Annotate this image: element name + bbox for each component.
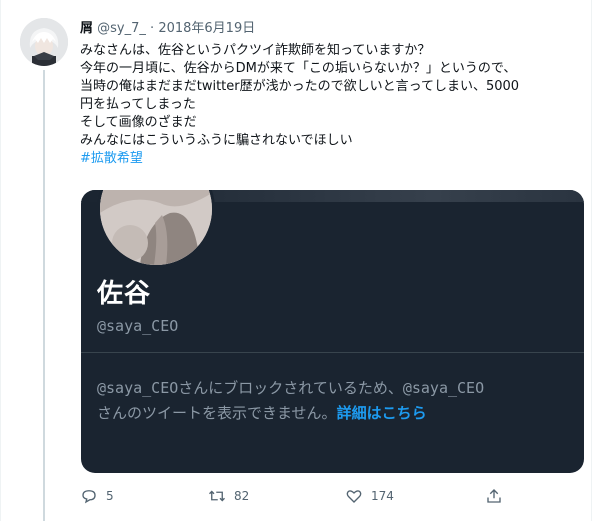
tweet-line: みなさんは、佐谷というパクツイ詐欺師を知っていますか？ — [80, 43, 431, 58]
blocked-message-text: さんのツイートを表示できません。 — [97, 404, 337, 422]
frame-left-border — [0, 0, 1, 521]
blocked-message-line2: さんのツイートを表示できません。詳細はこちら — [97, 401, 577, 426]
retweet-button[interactable]: 82 — [208, 484, 249, 508]
tweet-line: そして画像のざまだ — [80, 115, 197, 130]
author-avatar[interactable] — [20, 18, 68, 66]
frame-right-border — [591, 0, 592, 521]
thread-line — [43, 70, 45, 521]
embedded-profile-avatar — [97, 190, 215, 268]
blocked-message-line: @saya_CEOさんにブロックされているため、@saya_CEO — [97, 379, 485, 397]
embedded-profile-name: 佐谷 — [97, 279, 152, 309]
tweet-actions: 5 82 174 — [80, 484, 520, 508]
header-separator: · — [150, 21, 155, 36]
hashtag-link[interactable]: #拡散希望 — [80, 150, 580, 168]
author-name[interactable]: 屑 — [80, 21, 93, 36]
retweet-count: 82 — [234, 489, 250, 503]
reply-count: 5 — [106, 489, 114, 503]
author-avatar-image — [20, 18, 68, 66]
retweet-icon — [209, 490, 225, 502]
tweet-line: みんなにはこういうふうに騙されないでほしい — [80, 133, 353, 148]
reply-button[interactable]: 5 — [80, 484, 114, 508]
tweet-body: みなさんは、佐谷というパクツイ詐欺師を知っていますか？ 今年の一月頃に、佐谷から… — [80, 42, 580, 168]
reply-icon — [82, 490, 96, 504]
tweet-date[interactable]: 2018年6月19日 — [158, 21, 255, 36]
attached-image-card[interactable]: 佐谷 @saya_CEO @saya_CEOさんにブロックされているため、@sa… — [81, 190, 584, 473]
tweet-header: 屑 @sy_7_ · 2018年6月19日 — [80, 20, 255, 38]
tweet-line: 今年の一月頃に、佐谷からDMが来て「この垢いらないか？」というので、 — [80, 61, 517, 76]
share-button[interactable] — [485, 484, 511, 508]
like-icon — [346, 490, 362, 503]
share-icon — [487, 489, 501, 503]
embedded-profile-handle: @saya_CEO — [97, 317, 179, 335]
embedded-profile-avatar-image — [100, 190, 212, 265]
blocked-message: @saya_CEOさんにブロックされているため、@saya_CEO さんのツイー… — [97, 376, 577, 426]
like-count: 174 — [371, 489, 394, 503]
like-button[interactable]: 174 — [345, 484, 394, 508]
details-link[interactable]: 詳細はこちら — [337, 404, 427, 422]
author-handle[interactable]: @sy_7_ — [97, 21, 146, 36]
tweet-line: 円を払ってしまった — [80, 97, 196, 112]
card-divider — [81, 352, 584, 353]
tweet-line: 当時の俺はまだまだtwitter歴が浅かったので欲しいと言ってしまい、5000 — [80, 79, 520, 94]
